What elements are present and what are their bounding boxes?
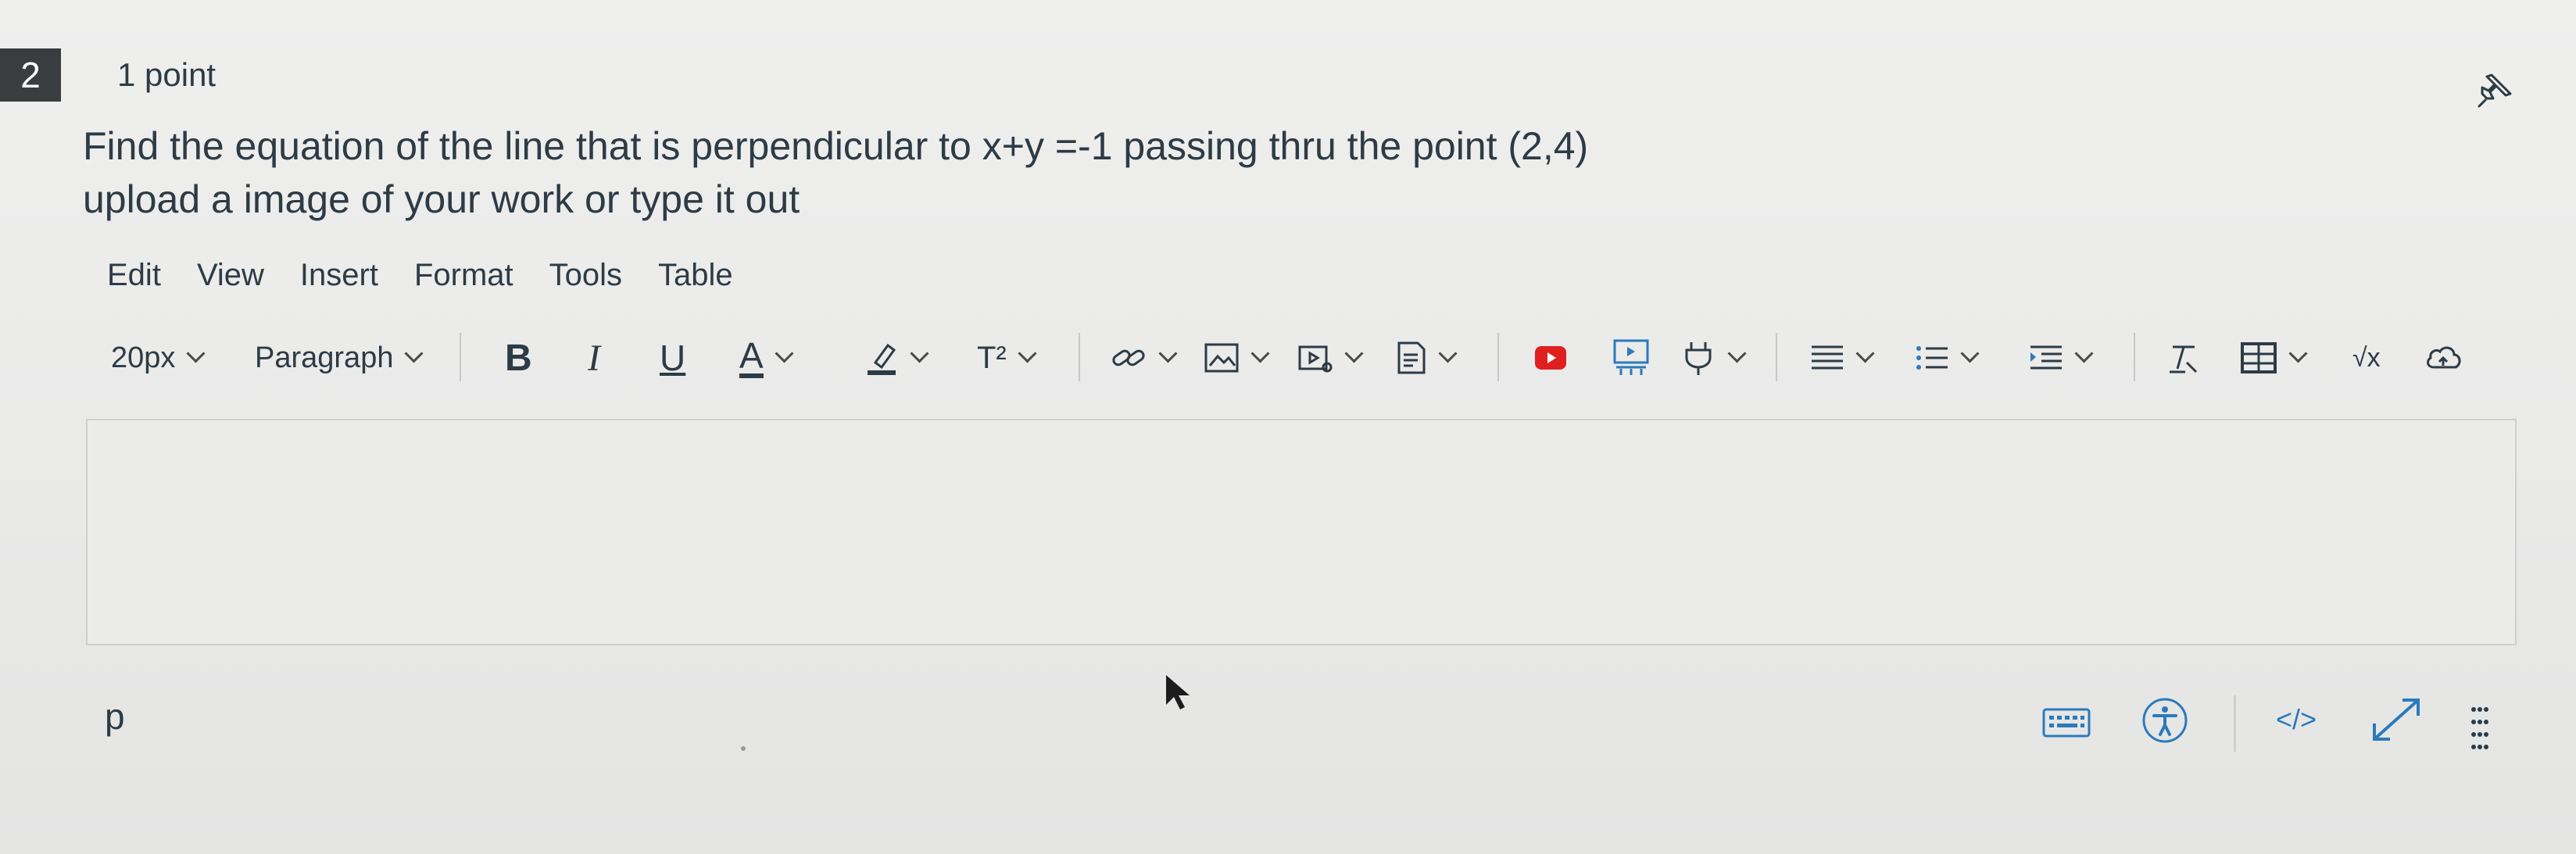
chevron-down-icon xyxy=(910,343,929,363)
font-size-select[interactable]: 20px xyxy=(111,320,206,395)
youtube-icon xyxy=(1535,346,1566,370)
align-icon xyxy=(1812,345,1843,370)
indent-button[interactable] xyxy=(2029,320,2094,395)
text-color-glyph: A xyxy=(739,338,764,378)
chevron-down-icon xyxy=(1018,343,1037,363)
document-button[interactable] xyxy=(1396,320,1458,395)
menu-table[interactable]: Table xyxy=(658,258,733,293)
table-icon xyxy=(2241,342,2277,373)
table-button[interactable] xyxy=(2240,320,2308,395)
drag-handle-icon xyxy=(2471,707,2488,749)
plugin-icon xyxy=(1685,342,1712,375)
clear-format-button[interactable] xyxy=(2168,320,2202,395)
pin-icon[interactable] xyxy=(2474,67,2518,111)
keyboard-icon xyxy=(2042,708,2091,738)
accessibility-icon xyxy=(2142,698,2188,743)
keyboard-shortcuts-button[interactable] xyxy=(2041,702,2091,741)
underline-button[interactable]: U xyxy=(660,320,685,395)
editor-menubar: Edit View Insert Format Tools Table xyxy=(107,258,769,293)
element-path[interactable]: p xyxy=(105,695,125,738)
menu-tools[interactable]: Tools xyxy=(549,258,622,293)
menu-insert[interactable]: Insert xyxy=(300,258,378,293)
cloud-button[interactable] xyxy=(2423,320,2463,395)
chevron-down-icon xyxy=(186,343,206,363)
align-button[interactable] xyxy=(1810,320,1875,395)
text-color-button[interactable]: A xyxy=(739,320,794,395)
rich-text-editor-area[interactable] xyxy=(86,419,2517,645)
media-icon xyxy=(1298,345,1333,373)
chevron-down-icon xyxy=(775,343,794,363)
cloud-icon xyxy=(2427,346,2461,369)
chevron-down-icon xyxy=(404,343,424,363)
media-button[interactable] xyxy=(1297,320,1364,395)
link-button[interactable] xyxy=(1110,320,1178,395)
question-text-line1: Find the equation of the line that is pe… xyxy=(83,124,1589,168)
toolbar-divider xyxy=(1776,333,1777,381)
indent-icon xyxy=(2030,345,2062,370)
clear-format-icon xyxy=(2170,345,2198,373)
fullscreen-button[interactable] xyxy=(2368,694,2424,745)
toolbar-divider xyxy=(2134,333,2135,381)
superscript-glyph: T² xyxy=(977,340,1007,375)
chevron-down-icon xyxy=(1158,343,1178,363)
chevron-down-icon xyxy=(1960,343,1980,363)
chevron-down-icon xyxy=(1438,343,1458,363)
accessibility-checker-button[interactable] xyxy=(2141,697,2188,744)
image-button[interactable] xyxy=(1204,320,1270,395)
list-icon xyxy=(1916,346,1948,370)
question-points: 1 point xyxy=(117,56,216,93)
font-size-value: 20px xyxy=(111,341,176,374)
block-format-value: Paragraph xyxy=(255,341,394,374)
plugin-button[interactable] xyxy=(1680,320,1747,395)
menu-edit[interactable]: Edit xyxy=(107,258,161,293)
chevron-down-icon xyxy=(1855,343,1875,363)
menu-view[interactable]: View xyxy=(197,258,264,293)
youtube-button[interactable] xyxy=(1533,320,1568,395)
list-button[interactable] xyxy=(1915,320,1980,395)
chevron-down-icon xyxy=(2288,343,2308,363)
question-number-badge: 2 xyxy=(0,48,61,102)
editor-toolbar: 20px Paragraph B I U A T² √x xyxy=(86,320,2524,395)
image-icon xyxy=(1204,343,1239,373)
superscript-button[interactable]: T² xyxy=(977,320,1037,395)
presentation-button[interactable] xyxy=(1612,320,1651,395)
presentation-icon xyxy=(1613,339,1649,375)
question-text-line2: upload a image of your work or type it o… xyxy=(83,177,800,221)
mouse-cursor-icon xyxy=(1166,675,1190,709)
highlight-color-button[interactable] xyxy=(864,320,929,395)
highlighter-icon xyxy=(868,343,896,375)
chevron-down-icon xyxy=(1344,343,1364,363)
chevron-down-icon xyxy=(2074,343,2094,363)
document-icon xyxy=(1397,341,1426,374)
equation-button[interactable]: √x xyxy=(2352,320,2381,395)
fullscreen-icon xyxy=(2373,699,2420,741)
bold-button[interactable]: B xyxy=(505,320,532,395)
block-format-select[interactable]: Paragraph xyxy=(255,320,424,395)
toolbar-divider xyxy=(1079,333,1080,381)
status-divider xyxy=(2234,695,2236,752)
resize-handle[interactable] xyxy=(2468,703,2492,753)
menu-format[interactable]: Format xyxy=(414,258,513,293)
italic-button[interactable]: I xyxy=(588,320,600,395)
chevron-down-icon xyxy=(1250,343,1270,363)
link-icon xyxy=(1112,349,1145,366)
chevron-down-icon xyxy=(1727,343,1747,363)
toolbar-divider xyxy=(1497,333,1499,381)
stray-mark xyxy=(741,746,746,751)
toolbar-divider xyxy=(460,333,461,381)
html-editor-toggle[interactable]: </> xyxy=(2276,703,2317,736)
